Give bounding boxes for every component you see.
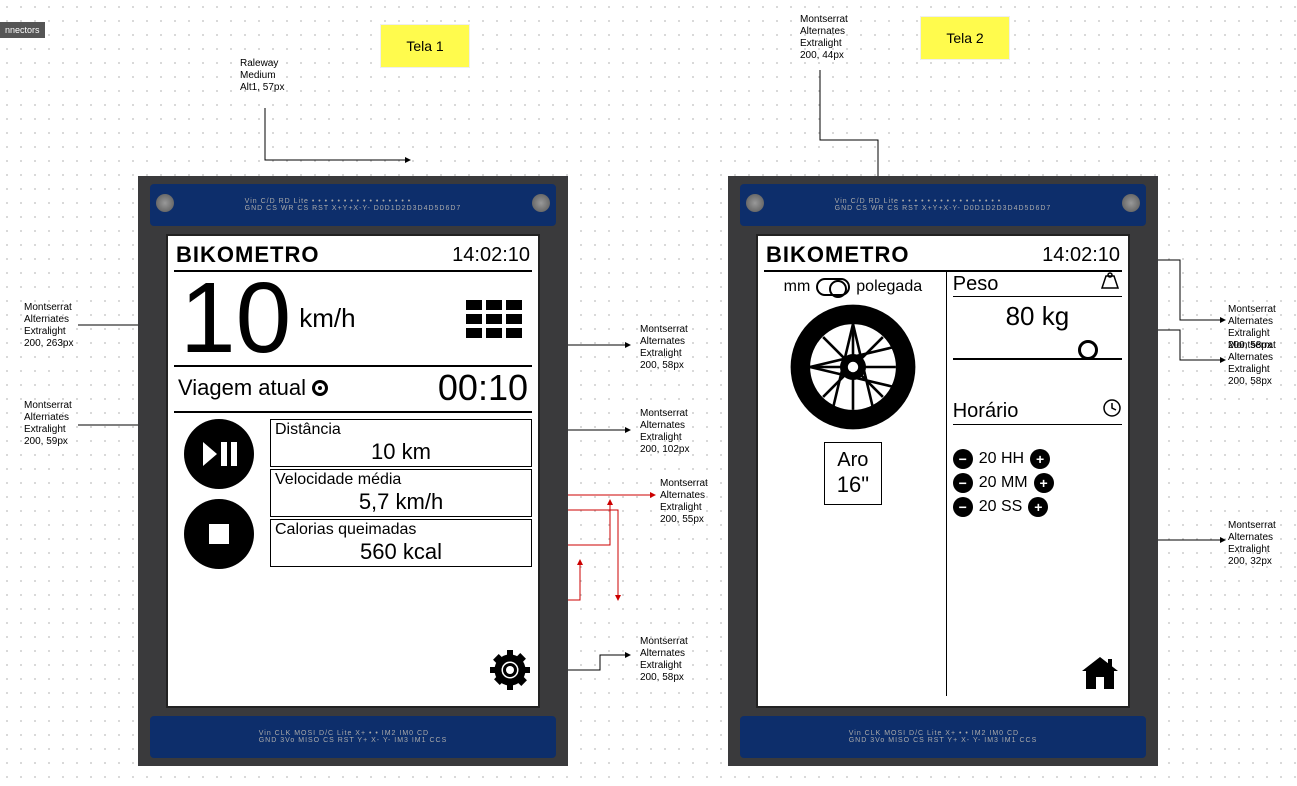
stat-cal: Calorias queimadas 560 kcal bbox=[270, 519, 532, 567]
screw-icon bbox=[746, 194, 764, 212]
aro-box[interactable]: Aro 16" bbox=[824, 442, 882, 505]
stat-avg: Velocidade média 5,7 km/h bbox=[270, 469, 532, 517]
dist-value: 10 km bbox=[275, 439, 527, 465]
speed-value: 10 bbox=[180, 276, 291, 361]
annot-44: Montserrat Alternates Extralight 200, 44… bbox=[800, 14, 848, 62]
pcb-bottom: Vin CLK MOSI D/C Lite X+ • • IM2 IM0 CDG… bbox=[150, 716, 556, 758]
avg-label: Velocidade média bbox=[275, 471, 527, 489]
pcb-top: Vin C/D RD Lite • • • • • • • • • • • • … bbox=[150, 184, 556, 226]
stat-distance: Distância 10 km bbox=[270, 419, 532, 467]
screen-tela2: BIKOMETRO 14:02:10 mm polegada bbox=[756, 234, 1130, 708]
cal-value: 560 kcal bbox=[275, 539, 527, 565]
wheel-icon bbox=[788, 302, 918, 432]
unit-toggle[interactable] bbox=[816, 278, 850, 296]
play-pause-button[interactable] bbox=[184, 419, 254, 489]
minus-button[interactable]: − bbox=[953, 497, 973, 517]
sticky-tela2[interactable]: Tela 2 bbox=[920, 16, 1010, 60]
aro-label: Aro bbox=[837, 449, 869, 472]
screw-icon bbox=[156, 194, 174, 212]
speed-unit: km/h bbox=[299, 303, 355, 334]
screw-icon bbox=[532, 194, 550, 212]
annot-55: Montserrat Alternates Extralight 200, 55… bbox=[660, 478, 708, 526]
unit-mm: mm bbox=[784, 278, 811, 296]
peso-label: Peso bbox=[953, 273, 999, 296]
annot-263: Montserrat Alternates Extralight 200, 26… bbox=[24, 302, 74, 350]
minus-button[interactable]: − bbox=[953, 473, 973, 493]
bars-icon[interactable] bbox=[466, 300, 522, 338]
unit-in: polegada bbox=[856, 278, 922, 296]
clock-text: 14:02:10 bbox=[1042, 244, 1120, 267]
device-tela1[interactable]: Vin C/D RD Lite • • • • • • • • • • • • … bbox=[138, 176, 568, 766]
trip-timer: 00:10 bbox=[438, 367, 528, 409]
plus-button[interactable]: + bbox=[1030, 449, 1050, 469]
annot-raleway: Raleway Medium Alt1, 57px bbox=[240, 58, 284, 94]
mm-value: 20 MM bbox=[979, 474, 1028, 492]
gear-icon[interactable] bbox=[490, 650, 530, 700]
annot-58a: Montserrat Alternates Extralight 200, 58… bbox=[640, 324, 688, 372]
avg-value: 5,7 km/h bbox=[275, 489, 527, 515]
minus-button[interactable]: − bbox=[953, 449, 973, 469]
annot-32: Montserrat Alternates Extralight 200, 32… bbox=[1228, 520, 1276, 568]
connectors-tab[interactable]: nnectors bbox=[0, 22, 45, 38]
cal-label: Calorias queimadas bbox=[275, 521, 527, 539]
device-tela2[interactable]: Vin C/D RD Lite • • • • • • • • • • • • … bbox=[728, 176, 1158, 766]
plus-button[interactable]: + bbox=[1028, 497, 1048, 517]
trip-label: Viagem atual bbox=[178, 375, 306, 401]
hh-value: 20 HH bbox=[979, 450, 1024, 468]
annot-58b: Montserrat Alternates Extralight 200, 58… bbox=[640, 636, 688, 684]
home-icon[interactable] bbox=[1080, 655, 1120, 700]
logo-text: BIKOMETRO bbox=[766, 242, 909, 268]
annot-102: Montserrat Alternates Extralight 200, 10… bbox=[640, 408, 690, 456]
peso-value: 80 kg bbox=[953, 301, 1122, 332]
clock-icon bbox=[1102, 398, 1122, 424]
stop-button[interactable] bbox=[184, 499, 254, 569]
ss-value: 20 SS bbox=[979, 498, 1023, 516]
clock-text: 14:02:10 bbox=[452, 244, 530, 267]
screw-icon bbox=[1122, 194, 1140, 212]
aro-value: 16" bbox=[837, 472, 869, 498]
plus-button[interactable]: + bbox=[1034, 473, 1054, 493]
record-icon bbox=[312, 380, 328, 396]
dist-label: Distância bbox=[275, 421, 527, 439]
screen-tela1: BIKOMETRO 14:02:10 10 km/h Viagem atual … bbox=[166, 234, 540, 708]
weight-icon bbox=[1098, 272, 1122, 296]
annot-58d: Montserrat Alternates Extralight 200, 58… bbox=[1228, 340, 1276, 388]
peso-slider[interactable] bbox=[953, 336, 1122, 360]
sticky-tela1[interactable]: Tela 1 bbox=[380, 24, 470, 68]
pcb-bottom: Vin CLK MOSI D/C Lite X+ • • IM2 IM0 CDG… bbox=[740, 716, 1146, 758]
horario-label: Horário bbox=[953, 400, 1019, 423]
annot-59: Montserrat Alternates Extralight 200, 59… bbox=[24, 400, 72, 448]
pcb-top: Vin C/D RD Lite • • • • • • • • • • • • … bbox=[740, 184, 1146, 226]
